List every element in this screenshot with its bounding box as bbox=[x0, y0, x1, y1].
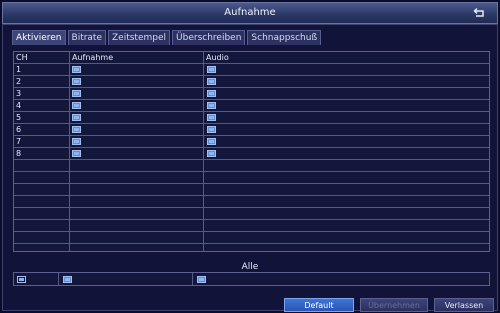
empty-row bbox=[14, 184, 489, 196]
exit-button[interactable]: Verlassen bbox=[434, 298, 494, 312]
all-audio-checkbox[interactable] bbox=[197, 276, 206, 283]
all-row bbox=[13, 272, 490, 286]
recording-checkbox[interactable] bbox=[72, 150, 81, 157]
table-row: 6 bbox=[14, 124, 489, 136]
table-row: 5 bbox=[14, 112, 489, 124]
audio-checkbox[interactable] bbox=[207, 126, 216, 133]
table-row: 4 bbox=[14, 100, 489, 112]
window-title: Aufnahme bbox=[224, 7, 276, 18]
recording-checkbox[interactable] bbox=[72, 126, 81, 133]
default-button[interactable]: Default bbox=[284, 298, 354, 312]
recording-checkbox[interactable] bbox=[72, 66, 81, 73]
table-row: 8 bbox=[14, 148, 489, 160]
recording-checkbox[interactable] bbox=[72, 102, 81, 109]
channel-number: 1 bbox=[16, 65, 22, 74]
table-row: 3 bbox=[14, 88, 489, 100]
channel-number: 6 bbox=[16, 125, 22, 134]
empty-row bbox=[14, 196, 489, 208]
apply-button[interactable]: Übernehmen bbox=[360, 298, 428, 312]
audio-checkbox[interactable] bbox=[207, 114, 216, 121]
column-divider bbox=[58, 273, 59, 285]
tab-schnappschuss[interactable]: Schnappschuß bbox=[247, 30, 322, 45]
audio-checkbox[interactable] bbox=[207, 150, 216, 157]
audio-checkbox[interactable] bbox=[207, 90, 216, 97]
recording-checkbox[interactable] bbox=[72, 138, 81, 145]
audio-checkbox[interactable] bbox=[207, 102, 216, 109]
channel-number: 3 bbox=[16, 89, 22, 98]
audio-checkbox[interactable] bbox=[207, 66, 216, 73]
table-row: 7 bbox=[14, 136, 489, 148]
back-arrow-icon bbox=[473, 7, 484, 17]
empty-row bbox=[14, 220, 489, 232]
recording-checkbox[interactable] bbox=[72, 114, 81, 121]
tab-aktivieren[interactable]: Aktivieren bbox=[12, 30, 66, 45]
empty-row bbox=[14, 208, 489, 220]
tab-ueberschreiben[interactable]: Überschreiben bbox=[172, 30, 246, 45]
table-row: 2 bbox=[14, 76, 489, 88]
header-audio: Audio bbox=[206, 53, 229, 62]
channel-number: 4 bbox=[16, 101, 22, 110]
column-divider bbox=[192, 273, 193, 285]
column-divider bbox=[203, 52, 204, 251]
channel-table: CH Aufnahme Audio 1 2 3 4 5 6 7 8 bbox=[13, 51, 490, 252]
channel-number: 5 bbox=[16, 113, 22, 122]
table-header: CH Aufnahme Audio bbox=[14, 52, 489, 64]
all-recording-checkbox[interactable] bbox=[63, 276, 72, 283]
channel-number: 8 bbox=[16, 149, 22, 158]
channel-number: 2 bbox=[16, 77, 22, 86]
all-select-checkbox[interactable] bbox=[17, 276, 26, 283]
audio-checkbox[interactable] bbox=[207, 138, 216, 145]
header-ch: CH bbox=[16, 53, 28, 62]
empty-row bbox=[14, 172, 489, 184]
tab-bar: Aktivieren Bitrate Zeitstempel Überschre… bbox=[12, 30, 322, 46]
recording-checkbox[interactable] bbox=[72, 78, 81, 85]
tab-bitrate[interactable]: Bitrate bbox=[67, 30, 107, 45]
back-button[interactable] bbox=[471, 5, 487, 21]
empty-row bbox=[14, 232, 489, 244]
all-label: Alle bbox=[241, 262, 259, 272]
tab-zeitstempel[interactable]: Zeitstempel bbox=[108, 30, 171, 45]
title-bar: Aufnahme bbox=[2, 2, 498, 24]
empty-row bbox=[14, 160, 489, 172]
table-row: 1 bbox=[14, 64, 489, 76]
recording-checkbox[interactable] bbox=[72, 90, 81, 97]
channel-number: 7 bbox=[16, 137, 22, 146]
audio-checkbox[interactable] bbox=[207, 78, 216, 85]
column-divider bbox=[69, 52, 70, 251]
header-recording: Aufnahme bbox=[72, 53, 114, 62]
